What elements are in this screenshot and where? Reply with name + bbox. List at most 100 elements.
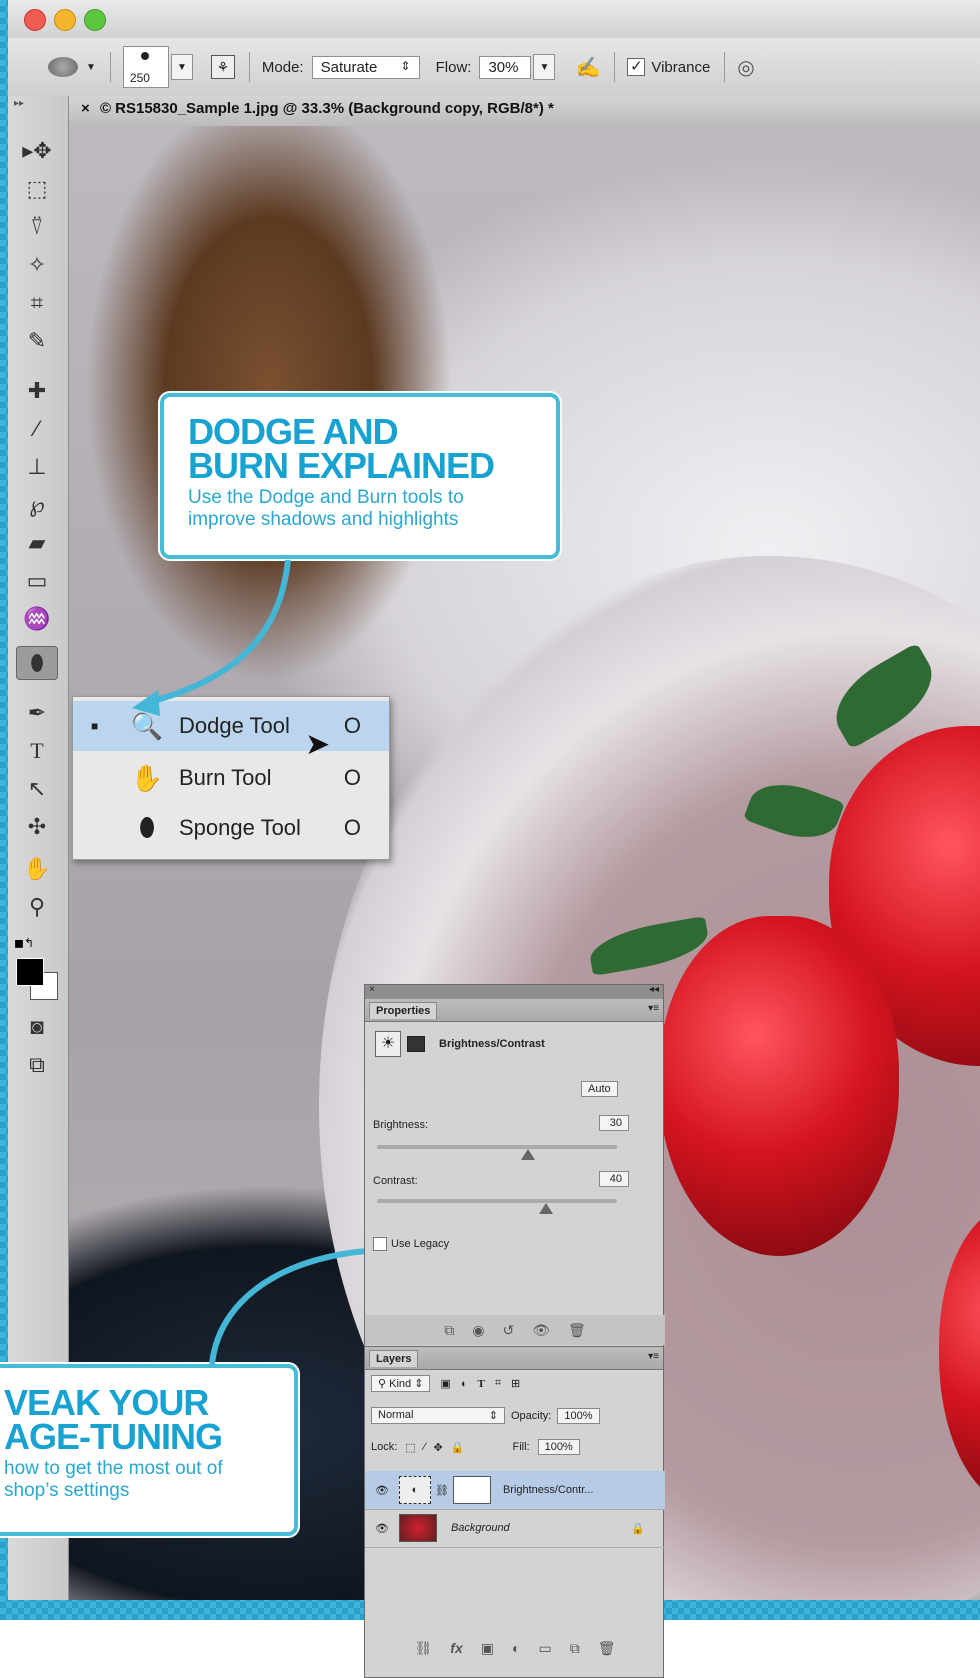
filter-pixel-icon[interactable]: ▣	[440, 1377, 450, 1390]
clip-to-layer-icon[interactable]: ⧉	[444, 1322, 454, 1339]
tab-properties[interactable]: Properties	[369, 1002, 438, 1019]
kind-label: Kind	[389, 1378, 412, 1390]
panel-collapse-icon[interactable]: ▸▸	[14, 98, 24, 109]
lock-position-icon[interactable]: ✥	[434, 1441, 443, 1454]
brush-size-picker[interactable]: 250 ▼	[122, 46, 193, 88]
mode-select[interactable]: Saturate ⇕	[311, 55, 420, 79]
quick-selection-tool-icon[interactable]: ✧	[16, 248, 58, 282]
eraser-tool-icon[interactable]: ▰	[16, 526, 58, 560]
healing-brush-tool-icon[interactable]: ✚	[16, 374, 58, 408]
callout-text-line2: shop’s settings	[4, 1480, 130, 1501]
custom-shape-tool-icon[interactable]: ✣	[16, 810, 58, 844]
panel-menu-icon[interactable]: ▾≡	[648, 1351, 659, 1362]
lock-all-icon[interactable]: 🔒	[451, 1441, 465, 1454]
chevron-down-icon: ▼	[86, 61, 96, 73]
flyout-item-sponge[interactable]: ⬮ Sponge Tool O	[73, 803, 389, 853]
eyedropper-tool-icon[interactable]: ✎	[16, 324, 58, 358]
pen-tool-icon[interactable]: ✒	[16, 696, 58, 730]
layer-mask-icon[interactable]	[407, 1036, 425, 1052]
brush-panel-toggle[interactable]: ⚘	[210, 55, 235, 79]
link-icon[interactable]: ⛓	[435, 1484, 449, 1497]
brush-tool-icon[interactable]: ⁄	[16, 412, 58, 446]
brush-tip-icon	[140, 52, 149, 60]
default-colors-icon[interactable]: ◼↰	[14, 936, 34, 950]
dodge-tool-icon[interactable]: ⬮	[16, 646, 58, 680]
visibility-icon[interactable]: 👁	[532, 1322, 550, 1339]
callout-text-line1: Use the Dodge and Burn tools to	[188, 487, 464, 508]
filter-adjustment-icon[interactable]: ◐	[461, 1378, 468, 1390]
filter-type-icon[interactable]: T	[478, 1378, 485, 1390]
layers-header: Layers ▾≡	[365, 1347, 663, 1370]
filter-smart-object-icon[interactable]: ⊞	[511, 1377, 520, 1390]
airbrush-toggle[interactable]: ✍	[575, 55, 600, 80]
panel-menu-icon[interactable]: ▾≡	[648, 1003, 659, 1014]
brightness-slider-thumb[interactable]	[521, 1149, 535, 1160]
brush-size-dropdown[interactable]: ▼	[170, 54, 193, 80]
zoom-tool-icon[interactable]: ⚲	[16, 890, 58, 924]
vibrance-checkbox[interactable]: ✓ Vibrance	[627, 58, 710, 76]
mouse-cursor-icon: ➤	[305, 728, 331, 761]
brightness-input[interactable]: 30	[599, 1115, 629, 1131]
minimize-window-button[interactable]	[54, 9, 76, 31]
fx-icon[interactable]: fx	[450, 1640, 462, 1656]
new-adjustment-icon[interactable]: ◐	[512, 1640, 520, 1656]
move-tool-icon[interactable]: ▸✥	[16, 134, 58, 168]
new-group-icon[interactable]: ▭	[538, 1640, 551, 1657]
contrast-slider-thumb[interactable]	[539, 1203, 553, 1214]
flyout-item-dodge[interactable]: ■ 🔍 Dodge Tool O	[73, 701, 389, 751]
history-brush-tool-icon[interactable]: ℘	[16, 488, 58, 522]
zoom-window-button[interactable]	[84, 9, 106, 31]
gradient-tool-icon[interactable]: ▭	[16, 564, 58, 598]
lock-image-icon[interactable]: ⁄	[424, 1441, 426, 1453]
pressure-size-toggle[interactable]: ◎	[737, 55, 754, 80]
layer-row-background[interactable]: 👁 Background 🔒	[365, 1509, 665, 1548]
filter-shape-icon[interactable]: ⌗	[495, 1377, 501, 1390]
trash-icon[interactable]: 🗑	[568, 1322, 586, 1339]
foreground-color-swatch[interactable]	[16, 958, 44, 986]
blur-tool-icon[interactable]: ♒	[16, 602, 58, 636]
crop-tool-icon[interactable]: ⌗	[16, 286, 58, 320]
opacity-input[interactable]: 100%	[557, 1407, 600, 1424]
options-bar: ▼ 250 ▼ ⚘ Mode: Saturate ⇕ Flow: 30% ▼ ✍…	[8, 38, 980, 97]
kind-filter-select[interactable]: ⚲ Kind ⇕	[371, 1375, 431, 1392]
tool-preset-picker[interactable]: ▼	[48, 57, 96, 77]
clone-stamp-tool-icon[interactable]: ⊥	[16, 450, 58, 484]
blend-mode-select[interactable]: Normal ⇕	[371, 1407, 505, 1424]
collapse-panel-icon[interactable]: ◂◂	[649, 984, 659, 995]
hand-tool-icon[interactable]: ✋	[16, 852, 58, 886]
mode-value: Saturate	[320, 58, 378, 76]
type-tool-icon[interactable]: T	[16, 734, 58, 768]
close-tab-icon[interactable]: ×	[81, 100, 90, 117]
flow-dropdown[interactable]: ▼	[533, 54, 556, 80]
flow-input[interactable]: 30%	[479, 55, 532, 79]
close-panel-icon[interactable]: ×	[369, 984, 375, 995]
contrast-input[interactable]: 40	[599, 1171, 629, 1187]
link-layers-icon[interactable]: ⛓	[415, 1640, 433, 1657]
properties-header: Properties ▾≡	[365, 999, 663, 1022]
use-legacy-checkbox[interactable]: Use Legacy	[373, 1237, 449, 1251]
add-mask-icon[interactable]: ▣	[481, 1640, 494, 1657]
lock-transparent-icon[interactable]: ⬚	[405, 1441, 415, 1454]
reset-icon[interactable]: ↺	[502, 1322, 514, 1339]
layer-mask-thumbnail[interactable]	[452, 1476, 491, 1504]
document-tab[interactable]: × © RS15830_Sample 1.jpg @ 33.3% (Backgr…	[69, 96, 980, 127]
close-window-button[interactable]	[24, 9, 46, 31]
opacity-label: Opacity:	[511, 1409, 552, 1422]
new-layer-icon[interactable]: ⧉	[570, 1640, 580, 1657]
visibility-eye-icon[interactable]: 👁	[375, 1522, 389, 1535]
lasso-tool-icon[interactable]: ⍢	[16, 210, 58, 244]
trash-icon[interactable]: 🗑	[598, 1640, 616, 1657]
path-selection-tool-icon[interactable]: ↖	[16, 772, 58, 806]
contrast-slider-track[interactable]	[377, 1199, 617, 1203]
visibility-eye-icon[interactable]: 👁	[375, 1484, 389, 1497]
layer-row-brightness[interactable]: 👁 ◐ ⛓ Brightness/Contr...	[365, 1471, 665, 1510]
auto-button[interactable]: Auto	[581, 1081, 618, 1097]
tab-layers[interactable]: Layers	[369, 1350, 419, 1367]
brightness-slider-track[interactable]	[377, 1145, 617, 1149]
fill-input[interactable]: 100%	[537, 1439, 580, 1455]
screen-mode-icon[interactable]: ⧉	[16, 1048, 58, 1082]
flyout-item-burn[interactable]: ✋ Burn Tool O	[73, 753, 389, 803]
quick-mask-icon[interactable]: ◙	[16, 1010, 58, 1044]
view-previous-icon[interactable]: ◉	[472, 1322, 484, 1339]
marquee-tool-icon[interactable]: ⬚	[16, 172, 58, 206]
